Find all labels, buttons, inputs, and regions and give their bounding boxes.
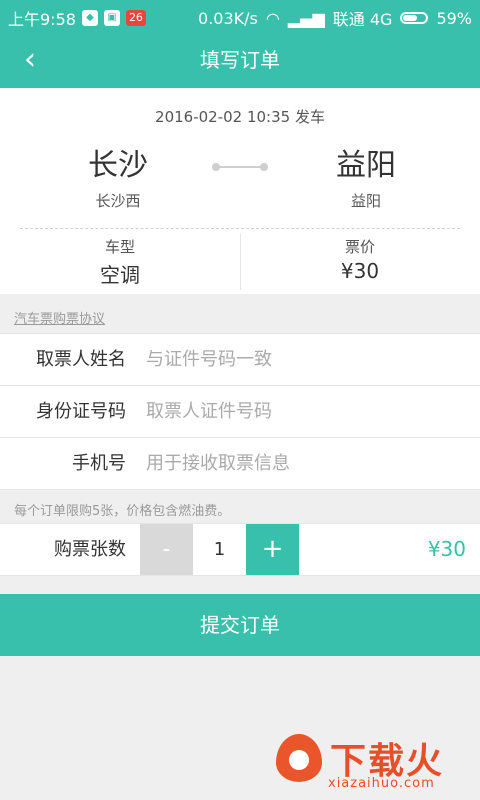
phone-input[interactable]	[146, 438, 456, 489]
increase-button[interactable]: +	[246, 524, 299, 575]
origin-station: 长沙西	[95, 192, 141, 210]
battery-level: 59%	[436, 8, 472, 28]
name-label: 取票人姓名	[36, 349, 126, 370]
quantity-value: 1	[213, 539, 226, 560]
title-bar: ‹ 填写订单	[0, 32, 480, 88]
total-price: ¥30	[427, 537, 466, 561]
route-connector	[212, 163, 268, 171]
decrease-button[interactable]: -	[140, 524, 193, 575]
battery-icon	[400, 12, 429, 24]
status-bar: 上午9:58 ◆ ▣ 26 0.03K/s ◠ ▂▄▆ 联通 4G 59%	[0, 0, 480, 32]
signal-icon: ▂▄▆	[287, 8, 325, 28]
dashed-divider	[20, 228, 460, 229]
notification-badge: 26	[125, 10, 146, 26]
purchase-note: 每个订单限购5张，价格包含燃油费。	[14, 504, 231, 519]
passenger-form: 取票人姓名 身份证号码 手机号	[0, 333, 480, 490]
net-speed: 0.03K/s	[198, 8, 258, 28]
price-value: ¥30	[340, 259, 380, 283]
watermark-logo: 下载火 xiazaihuo.com	[272, 732, 472, 796]
bus-type-column: 车型 空调	[0, 234, 241, 290]
page-title: 填写订单	[200, 48, 280, 72]
price-column: 票价 ¥30	[240, 234, 480, 290]
carrier: 联通 4G	[332, 10, 393, 29]
agreement-link[interactable]: 汽车票购票协议	[14, 308, 105, 327]
origin: 长沙 长沙西	[38, 140, 198, 211]
quantity-row: 购票张数 - 1 + ¥30	[0, 523, 480, 576]
id-row: 身份证号码	[0, 385, 480, 437]
quantity-label: 购票张数	[54, 539, 126, 560]
name-row: 取票人姓名	[0, 333, 480, 385]
flame-icon	[276, 734, 322, 782]
price-label: 票价	[344, 238, 375, 256]
status-time: 上午9:58	[8, 10, 76, 29]
id-number-input[interactable]	[146, 386, 456, 437]
phone-label: 手机号	[72, 453, 126, 474]
destination: 益阳 益阳	[286, 140, 446, 211]
watermark-url: xiazaihuo.com	[328, 776, 435, 791]
submit-order-button[interactable]: 提交订单	[0, 594, 480, 656]
shield-icon: ◆	[81, 10, 98, 26]
bus-type-label: 车型	[104, 238, 135, 256]
destination-city: 益阳	[336, 148, 396, 183]
destination-station: 益阳	[350, 192, 381, 210]
id-label: 身份证号码	[36, 401, 126, 422]
departure-time: 2016-02-02 10:35 发车	[155, 108, 325, 126]
phone-row: 手机号	[0, 437, 480, 490]
name-input[interactable]	[146, 334, 456, 385]
image-icon: ▣	[103, 10, 120, 26]
wifi-icon: ◠	[265, 8, 280, 28]
origin-city: 长沙	[88, 148, 148, 183]
bus-type-value: 空调	[100, 263, 140, 287]
trip-summary-card: 2016-02-02 10:35 发车 长沙 长沙西 益阳 益阳 车型 空调 票…	[0, 88, 480, 294]
